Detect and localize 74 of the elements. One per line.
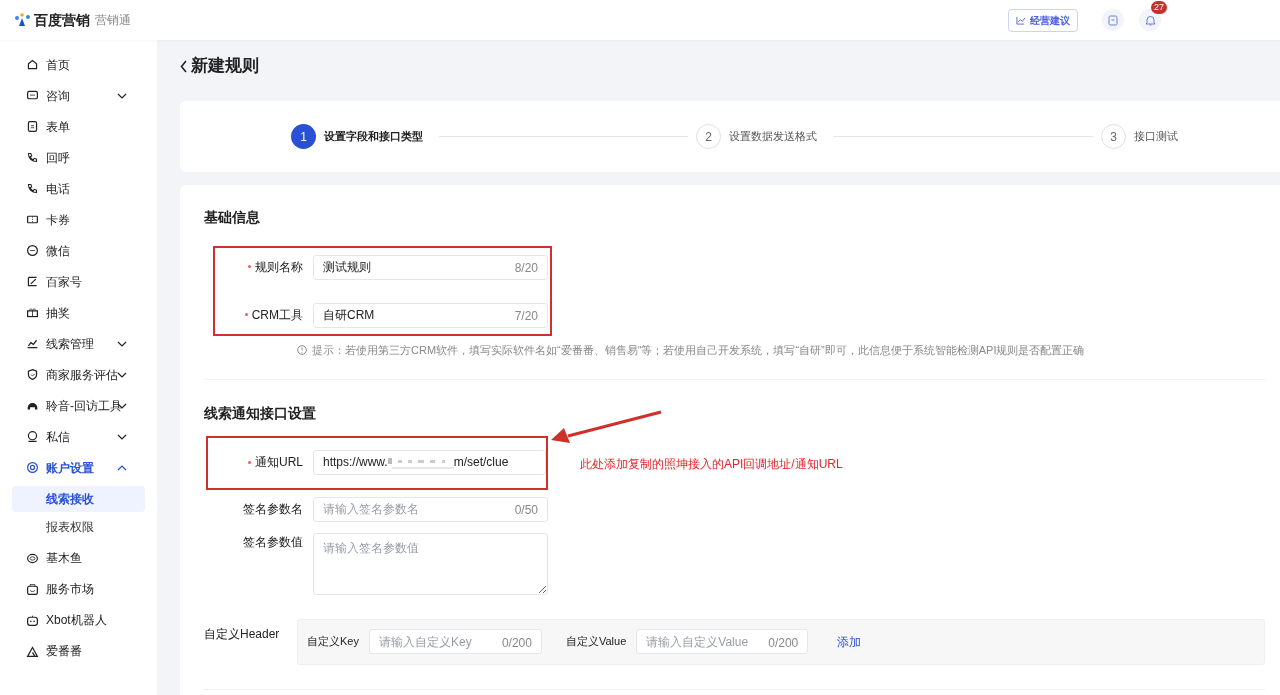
step-number: 1: [291, 124, 316, 149]
section-title: 基础信息: [204, 208, 261, 227]
annotation-text: 此处添加复制的照坤接入的API回调地址/通知URL: [580, 456, 843, 473]
clipboard-button[interactable]: [1102, 9, 1124, 31]
notification-badge: 27: [1151, 1, 1167, 14]
menu-icon: [26, 120, 39, 133]
clipboard-icon: [1108, 14, 1118, 26]
sidebar-item[interactable]: 服务市场: [0, 573, 157, 605]
back-icon[interactable]: [180, 59, 188, 73]
info-icon: [297, 345, 307, 356]
notification-button[interactable]: [1139, 9, 1161, 31]
menu-icon: [26, 337, 39, 350]
menu-icon: [26, 182, 39, 195]
character-count: 0/200: [768, 634, 799, 652]
sidebar-item[interactable]: 爱番番: [0, 635, 157, 667]
add-link[interactable]: 添加: [837, 632, 862, 651]
input-field[interactable]: https://www. m/set/clue: [313, 449, 546, 475]
field-label: 签名参数值: [243, 533, 303, 551]
sidebar-item[interactable]: 商家服务评估: [0, 359, 157, 390]
text-area[interactable]: 请输入签名参数值: [313, 532, 548, 595]
menu-icon: [26, 213, 39, 226]
menu-icon: [26, 58, 39, 71]
menu-icon: [26, 582, 39, 596]
step-label: 设置字段和接口类型: [324, 129, 423, 145]
sidebar-item[interactable]: 首页: [0, 49, 157, 80]
field-label: 自定义Value: [565, 634, 627, 650]
chart-icon: [1016, 15, 1025, 25]
field-label: 规则名称: [255, 258, 303, 276]
menu-icon: [26, 461, 39, 474]
character-count: 0/50: [514, 502, 538, 520]
field-label: 自定义Header: [204, 625, 281, 643]
sidebar-item[interactable]: Xbot机器人: [0, 604, 157, 636]
menu-icon: [26, 368, 39, 381]
step-label: 设置数据发送格式: [729, 129, 817, 145]
sidebar-item[interactable]: 卡券: [0, 204, 157, 235]
menu-icon: [26, 89, 39, 102]
menu-icon: [26, 151, 39, 164]
bell-icon: [1144, 14, 1156, 26]
sidebar-item[interactable]: 基木鱼: [0, 542, 157, 574]
sidebar-item[interactable]: 回呼: [0, 142, 157, 173]
menu-icon: [26, 244, 39, 257]
section-title: 线索通知接口设置: [204, 403, 317, 423]
sidebar-item[interactable]: 咨询: [0, 80, 157, 111]
sidebar-item[interactable]: 电话: [0, 173, 157, 204]
sidebar-item[interactable]: 微信: [0, 235, 157, 266]
sidebar-item[interactable]: 账户设置: [0, 452, 157, 483]
sidebar-item[interactable]: 聆音-回访工具: [0, 390, 157, 421]
field-label: 签名参数名: [243, 501, 303, 518]
character-count: 7/20: [514, 307, 538, 325]
menu-icon: [26, 275, 39, 288]
sidebar-item[interactable]: 私信: [0, 421, 157, 452]
menu-icon: [26, 430, 39, 443]
sidebar-item[interactable]: 百家号: [0, 266, 157, 297]
character-count: 0/200: [501, 634, 532, 652]
field-label: CRM工具: [251, 306, 303, 324]
menu-icon: [26, 644, 39, 658]
hint-text: 提示：若使用第三方CRM软件，填写实际软件名如“爱番番、销售易”等；若使用自己开发系统，填写“自研”即可，此信息便于系统智能检测API规则是否配置正确: [312, 343, 1085, 358]
step-label: 接口测试: [1134, 129, 1178, 145]
menu-icon: [26, 613, 39, 627]
logo-text: 百度营销: [34, 10, 90, 30]
sidebar-item[interactable]: 表单: [0, 111, 157, 142]
sidebar-subitem[interactable]: 报表权限: [12, 514, 145, 540]
menu-icon: [26, 551, 39, 565]
sidebar-subitem[interactable]: 线索接收: [12, 485, 145, 512]
sidebar-item[interactable]: 抽奖: [0, 297, 157, 328]
product-name: 营销通: [95, 12, 131, 29]
menu-icon: [26, 306, 39, 319]
character-count: 8/20: [514, 259, 538, 277]
logo-icon: [14, 13, 31, 27]
field-label: 自定义Key: [307, 634, 359, 650]
page-title: 新建规则: [191, 55, 259, 78]
advice-button[interactable]: 经营建议: [1008, 8, 1078, 32]
sidebar-item[interactable]: 线索管理: [0, 328, 157, 359]
field-label: 通知URL: [255, 454, 303, 471]
